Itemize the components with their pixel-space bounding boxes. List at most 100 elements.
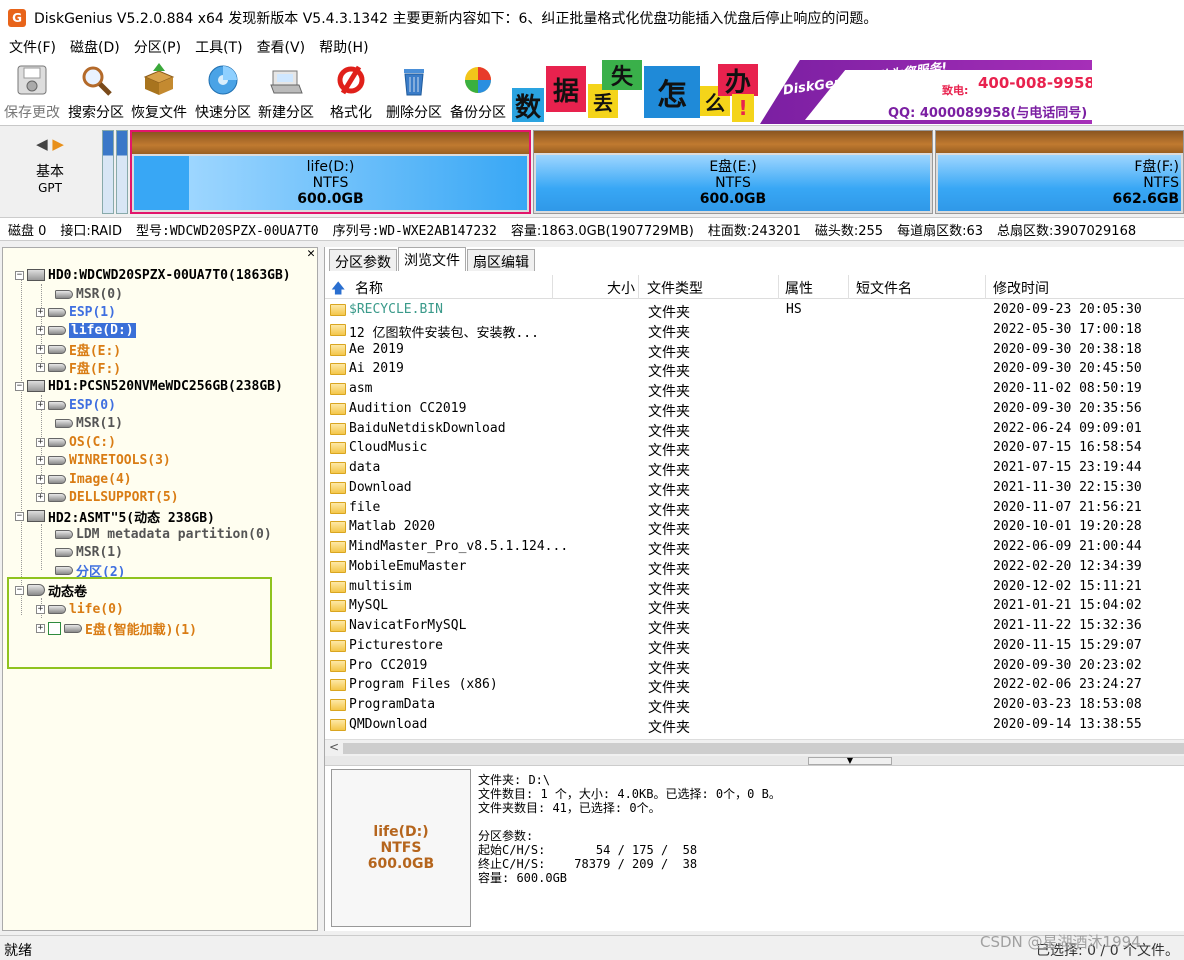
close-icon[interactable]: ✕: [307, 248, 315, 261]
partition-block-e[interactable]: E盘(E:) NTFS 600.0GB: [533, 130, 933, 214]
tree-item-image[interactable]: + Image(4): [36, 470, 132, 488]
disk-total-sectors: 总扇区数:3907029168: [997, 223, 1137, 239]
menu-partition[interactable]: 分区(P): [127, 37, 188, 57]
format-button[interactable]: 格式化: [330, 62, 372, 122]
col-type[interactable]: 文件类型: [647, 278, 703, 298]
backup-pie-icon: [460, 62, 496, 98]
expand-toggle[interactable]: +: [36, 400, 45, 410]
expand-toggle[interactable]: +: [36, 437, 45, 447]
file-row[interactable]: QMDownload 文件夹 2020-09-14 13:38:55: [325, 715, 1184, 736]
up-folder-icon[interactable]: 🡅: [331, 278, 345, 302]
partition-block-esp[interactable]: [102, 130, 114, 214]
recover-files-button[interactable]: 恢复文件: [131, 62, 187, 122]
tree-item-f[interactable]: + F盘(F:): [36, 358, 121, 377]
collapse-toggle[interactable]: −: [15, 381, 24, 391]
expand-toggle[interactable]: +: [36, 474, 45, 484]
panel-splitter[interactable]: ▼: [325, 756, 1184, 766]
file-row[interactable]: CloudMusic 文件夹 2020-07-15 16:58:54: [325, 438, 1184, 459]
partition-block-msr[interactable]: [116, 130, 128, 214]
file-row[interactable]: 12 亿图软件安装包、安装教... 文件夹 2022-05-30 17:00:18: [325, 320, 1184, 341]
file-row[interactable]: asm 文件夹 2020-11-02 08:50:19: [325, 379, 1184, 400]
file-attr: HS: [786, 302, 802, 317]
scroll-left-icon[interactable]: <: [329, 740, 339, 754]
tree-item-esp0[interactable]: + ESP(0): [36, 396, 116, 414]
folder-icon: [330, 521, 346, 534]
collapse-toggle[interactable]: −: [15, 270, 24, 280]
partition-e-size: 600.0GB: [699, 191, 767, 207]
file-row[interactable]: BaiduNetdiskDownload 文件夹 2022-06-24 09:09:…: [325, 419, 1184, 440]
tree-item-msr0[interactable]: MSR(0): [55, 285, 123, 303]
file-row[interactable]: MindMaster_Pro_v8.5.1.124... 文件夹 2022-06-0…: [325, 537, 1184, 558]
hard-disk-icon: [27, 269, 45, 281]
file-list-header: 🡅 名称 大小 文件类型 属性 短文件名 修改时间: [325, 275, 1184, 299]
expand-toggle[interactable]: +: [36, 362, 45, 372]
menu-help[interactable]: 帮助(H): [312, 37, 375, 57]
col-size[interactable]: 大小: [607, 278, 635, 298]
expand-toggle[interactable]: +: [36, 344, 45, 354]
prev-disk-icon[interactable]: ◀: [36, 135, 48, 153]
save-changes-button[interactable]: 保存更改: [4, 62, 60, 122]
partition-icon: [48, 492, 66, 502]
col-short-name[interactable]: 短文件名: [856, 278, 912, 298]
search-partition-button[interactable]: 搜索分区: [68, 62, 124, 122]
file-row[interactable]: Program Files (x86) 文件夹 2022-02-06 23:24:2…: [325, 675, 1184, 696]
menu-file[interactable]: 文件(F): [2, 37, 63, 57]
file-row[interactable]: Ai 2019 文件夹 2020-09-30 20:45:50: [325, 359, 1184, 380]
collapse-toggle[interactable]: −: [15, 511, 24, 521]
scrollbar-thumb[interactable]: [343, 743, 1184, 754]
tab-sector-editor[interactable]: 扇区编辑: [467, 249, 535, 271]
promo-banner[interactable]: 数 据 丢 失 怎 么 办 ! DiskGenius团队为您服务! 致电: 40…: [510, 60, 1092, 124]
tree-item-e[interactable]: + E盘(E:): [36, 340, 121, 359]
tree-item-msr1[interactable]: MSR(1): [55, 414, 123, 432]
file-row[interactable]: Download 文件夹 2021-11-30 22:15:30: [325, 478, 1184, 499]
file-row[interactable]: ProgramData 文件夹 2020-03-23 18:53:08: [325, 695, 1184, 716]
horizontal-scrollbar[interactable]: <: [325, 739, 1184, 756]
tree-item-ldm[interactable]: LDM metadata partition(0): [55, 525, 272, 543]
tab-browse-files[interactable]: 浏览文件: [398, 247, 466, 271]
tree-item-dellsupport[interactable]: + DELLSUPPORT(5): [36, 488, 179, 506]
backup-partition-button[interactable]: 备份分区: [450, 62, 506, 122]
file-row[interactable]: multisim 文件夹 2020-12-02 15:11:21: [325, 577, 1184, 598]
file-row[interactable]: Audition CC2019 文件夹 2020-09-30 20:35:56: [325, 399, 1184, 420]
file-row[interactable]: Picturestore 文件夹 2020-11-15 15:29:07: [325, 636, 1184, 657]
file-row[interactable]: file 文件夹 2020-11-07 21:56:21: [325, 498, 1184, 519]
backup-partition-label: 备份分区: [450, 105, 506, 121]
file-row[interactable]: MySQL 文件夹 2021-01-21 15:04:02: [325, 596, 1184, 617]
file-row[interactable]: MobileEmuMaster 文件夹 2022-02-20 12:34:39: [325, 557, 1184, 578]
col-mtime[interactable]: 修改时间: [993, 278, 1049, 298]
delete-partition-button[interactable]: 删除分区: [386, 62, 442, 122]
file-row[interactable]: Ae 2019 文件夹 2020-09-30 20:38:18: [325, 340, 1184, 361]
partition-block-f[interactable]: F盘(F:) NTFS 662.6GB: [935, 130, 1184, 214]
expand-toggle[interactable]: +: [36, 455, 45, 465]
expand-toggle[interactable]: +: [36, 492, 45, 502]
disk-nav-arrows[interactable]: ◀ ▶: [0, 135, 100, 153]
quick-partition-button[interactable]: 快速分区: [195, 62, 251, 122]
tree-disk-hd1[interactable]: − HD1:PCSN520NVMeWDC256GB(238GB): [15, 377, 283, 395]
tab-partition-params[interactable]: 分区参数: [329, 249, 397, 271]
tree-item-life-d[interactable]: + life(D:): [36, 321, 136, 339]
file-row[interactable]: Matlab 2020 文件夹 2020-10-01 19:20:28: [325, 517, 1184, 538]
new-partition-button[interactable]: 新建分区: [258, 62, 314, 122]
tree-disk-hd0[interactable]: − HD0:WDCWD20SPZX-00UA7T0(1863GB): [15, 266, 291, 284]
expand-toggle[interactable]: +: [36, 325, 45, 335]
tree-item-os-c[interactable]: + OS(C:): [36, 433, 116, 451]
tree-disk-hd2[interactable]: − HD2:ASMT"5(动态 238GB): [15, 507, 215, 526]
file-row[interactable]: data 文件夹 2021-07-15 23:19:44: [325, 458, 1184, 479]
file-row[interactable]: $RECYCLE.BIN 文件夹 HS 2020-09-23 20:05:30: [325, 300, 1184, 321]
menu-tools[interactable]: 工具(T): [188, 37, 249, 57]
partition-block-d[interactable]: life(D:) NTFS 600.0GB: [130, 130, 531, 214]
tree-item-msr1-hd2[interactable]: MSR(1): [55, 543, 123, 561]
menu-view[interactable]: 查看(V): [250, 37, 313, 57]
tree-item-esp1[interactable]: + ESP(1): [36, 303, 116, 321]
file-row[interactable]: Pro CC2019 文件夹 2020-09-30 20:23:02: [325, 656, 1184, 677]
chevron-down-icon[interactable]: ▼: [808, 757, 892, 765]
tab-bar: 分区参数 浏览文件 扇区编辑: [325, 247, 536, 271]
col-name[interactable]: 名称: [355, 278, 383, 298]
next-disk-icon[interactable]: ▶: [52, 135, 64, 153]
tree-item-label: ESP(0): [69, 397, 116, 413]
file-row[interactable]: NavicatForMySQL 文件夹 2021-11-22 15:32:36: [325, 616, 1184, 637]
menu-disk[interactable]: 磁盘(D): [63, 37, 127, 57]
tree-item-winretools[interactable]: + WINRETOOLS(3): [36, 451, 171, 469]
col-attr[interactable]: 属性: [785, 278, 813, 298]
expand-toggle[interactable]: +: [36, 307, 45, 317]
